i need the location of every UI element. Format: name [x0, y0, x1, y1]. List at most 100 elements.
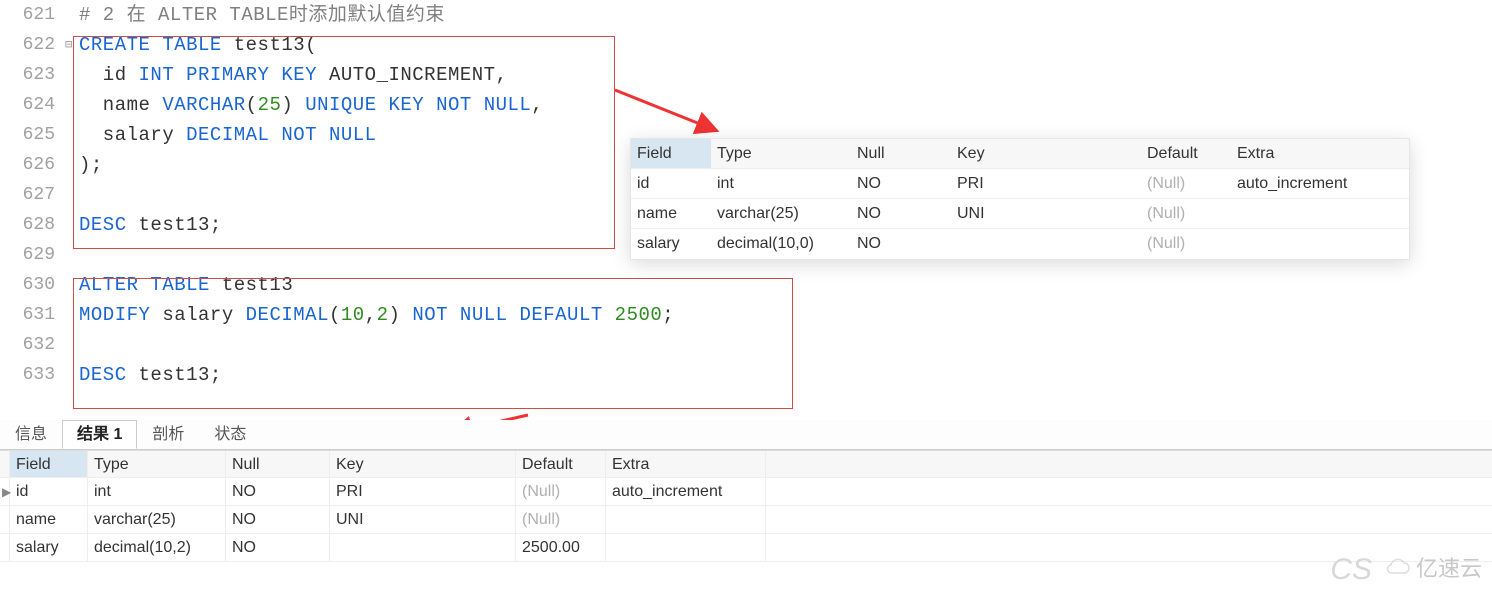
line-number: 627 — [0, 180, 65, 210]
code-text[interactable]: CREATE TABLE test13( — [79, 30, 317, 60]
table-row[interactable]: salarydecimal(10,2)NO 2500.00 — [0, 534, 1492, 562]
col-default[interactable]: Default — [1141, 139, 1231, 168]
fold-gutter[interactable] — [65, 150, 79, 180]
cell[interactable]: name — [631, 199, 711, 228]
row-marker-header — [0, 451, 10, 477]
cell[interactable]: PRI — [951, 169, 1141, 198]
code-text[interactable]: ); — [79, 150, 103, 180]
row-marker: ▶ — [0, 478, 10, 505]
col-type[interactable]: Type — [88, 451, 226, 477]
col-extra[interactable]: Extra — [1231, 139, 1409, 168]
cell[interactable]: int — [88, 478, 226, 505]
code-line[interactable]: 622⊟CREATE TABLE test13( — [0, 30, 1492, 60]
cell[interactable]: varchar(25) — [88, 506, 226, 533]
cell[interactable]: NO — [226, 478, 330, 505]
fold-gutter[interactable] — [65, 180, 79, 210]
code-text[interactable]: MODIFY salary DECIMAL(10,2) NOT NULL DEF… — [79, 300, 674, 330]
fold-gutter[interactable] — [65, 270, 79, 300]
fold-gutter[interactable] — [65, 90, 79, 120]
cell[interactable]: NO — [226, 534, 330, 561]
col-field[interactable]: Field — [631, 139, 711, 168]
cell[interactable]: UNI — [951, 199, 1141, 228]
code-line[interactable]: 624 name VARCHAR(25) UNIQUE KEY NOT NULL… — [0, 90, 1492, 120]
fold-gutter[interactable] — [65, 240, 79, 270]
tab-status[interactable]: 状态 — [199, 420, 261, 449]
table-row[interactable]: salarydecimal(10,0)NO (Null) — [631, 229, 1409, 259]
code-text[interactable]: # 2 在 ALTER TABLE时添加默认值约束 — [79, 0, 445, 30]
cell[interactable]: 2500.00 — [516, 534, 606, 561]
col-key[interactable]: Key — [951, 139, 1141, 168]
cell[interactable] — [606, 506, 766, 533]
table-row[interactable]: namevarchar(25)NOUNI(Null) — [631, 199, 1409, 229]
col-field[interactable]: Field — [10, 451, 88, 477]
cell[interactable] — [330, 534, 516, 561]
tab-result-1[interactable]: 结果 1 — [62, 420, 137, 449]
cs-watermark: CS — [1330, 553, 1372, 587]
cell[interactable]: varchar(25) — [711, 199, 851, 228]
code-text[interactable]: ALTER TABLE test13 — [79, 270, 293, 300]
code-text[interactable]: id INT PRIMARY KEY AUTO_INCREMENT, — [79, 60, 507, 90]
line-number: 632 — [0, 330, 65, 360]
table-row[interactable]: namevarchar(25)NOUNI(Null) — [0, 506, 1492, 534]
table-row[interactable]: ▶idintNOPRI(Null)auto_increment — [0, 478, 1492, 506]
cell[interactable]: decimal(10,0) — [711, 229, 851, 259]
fold-gutter[interactable] — [65, 210, 79, 240]
cell[interactable]: (Null) — [516, 478, 606, 505]
cell[interactable]: (Null) — [1141, 199, 1231, 228]
col-type[interactable]: Type — [711, 139, 851, 168]
cell[interactable]: id — [10, 478, 88, 505]
col-null[interactable]: Null — [226, 451, 330, 477]
line-number: 629 — [0, 240, 65, 270]
result-tabs: 信息 结果 1 剖析 状态 — [0, 420, 1492, 450]
col-key[interactable]: Key — [330, 451, 516, 477]
code-text[interactable]: DESC test13; — [79, 210, 222, 240]
cell[interactable]: salary — [10, 534, 88, 561]
col-null[interactable]: Null — [851, 139, 951, 168]
cell[interactable]: (Null) — [1141, 229, 1231, 259]
fold-gutter[interactable] — [65, 300, 79, 330]
cell[interactable] — [1231, 199, 1409, 228]
col-default[interactable]: Default — [516, 451, 606, 477]
code-text[interactable]: DESC test13; — [79, 360, 222, 390]
code-text[interactable]: name VARCHAR(25) UNIQUE KEY NOT NULL, — [79, 90, 543, 120]
code-line[interactable]: 623 id INT PRIMARY KEY AUTO_INCREMENT, — [0, 60, 1492, 90]
cell[interactable]: UNI — [330, 506, 516, 533]
fold-gutter[interactable] — [65, 330, 79, 360]
cell[interactable]: NO — [226, 506, 330, 533]
cell[interactable]: (Null) — [1141, 169, 1231, 198]
fold-gutter[interactable]: ⊟ — [65, 30, 79, 60]
cell[interactable] — [1231, 229, 1409, 259]
grid-header-row: Field Type Null Key Default Extra — [0, 450, 1492, 478]
tab-info[interactable]: 信息 — [0, 420, 62, 449]
line-number: 625 — [0, 120, 65, 150]
cell[interactable]: auto_increment — [606, 478, 766, 505]
code-line[interactable]: 631MODIFY salary DECIMAL(10,2) NOT NULL … — [0, 300, 1492, 330]
cell[interactable]: NO — [851, 169, 951, 198]
cell[interactable]: auto_increment — [1231, 169, 1409, 198]
table-row[interactable]: idintNOPRI(Null)auto_increment — [631, 169, 1409, 199]
cell[interactable] — [606, 534, 766, 561]
code-line[interactable]: 632 — [0, 330, 1492, 360]
fold-gutter[interactable] — [65, 120, 79, 150]
fold-gutter[interactable] — [65, 360, 79, 390]
cell[interactable]: int — [711, 169, 851, 198]
row-marker — [0, 534, 10, 561]
fold-gutter[interactable] — [65, 0, 79, 30]
code-text[interactable]: salary DECIMAL NOT NULL — [79, 120, 377, 150]
code-line[interactable]: 630ALTER TABLE test13 — [0, 270, 1492, 300]
col-extra[interactable]: Extra — [606, 451, 766, 477]
cell[interactable]: PRI — [330, 478, 516, 505]
cell[interactable]: NO — [851, 199, 951, 228]
fold-gutter[interactable] — [65, 60, 79, 90]
code-line[interactable]: 633DESC test13; — [0, 360, 1492, 390]
cell[interactable]: id — [631, 169, 711, 198]
cell[interactable]: salary — [631, 229, 711, 259]
cell[interactable] — [951, 229, 1141, 259]
cell[interactable]: (Null) — [516, 506, 606, 533]
cell[interactable]: decimal(10,2) — [88, 534, 226, 561]
cell[interactable]: name — [10, 506, 88, 533]
result-grid: Field Type Null Key Default Extra ▶idint… — [0, 450, 1492, 562]
cell[interactable]: NO — [851, 229, 951, 259]
tab-profile[interactable]: 剖析 — [137, 420, 199, 449]
code-line[interactable]: 621# 2 在 ALTER TABLE时添加默认值约束 — [0, 0, 1492, 30]
